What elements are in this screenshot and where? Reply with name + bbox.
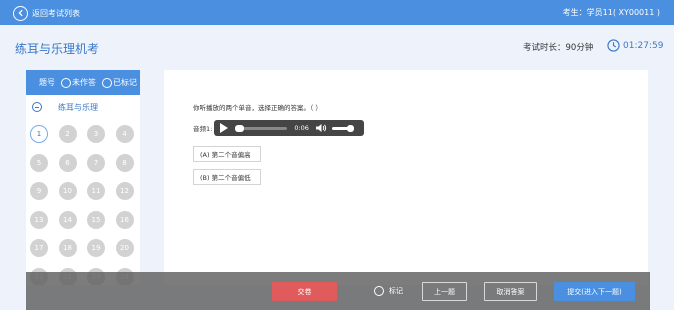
countdown-value: 01:27:59	[623, 40, 664, 51]
audio-player: 0:06	[214, 120, 365, 136]
question-number-button[interactable]: 11	[87, 182, 105, 200]
play-icon[interactable]	[220, 123, 229, 133]
mark-label: 标记	[389, 287, 403, 295]
question-number-button[interactable]: 4	[115, 125, 134, 143]
question-number-button[interactable]: 13	[30, 210, 48, 229]
question-number-button[interactable]: 19	[87, 239, 105, 257]
collapse-icon[interactable]	[32, 102, 42, 112]
mark-radio-icon[interactable]	[374, 286, 384, 296]
top-bar: 返回考试列表 考生：学员11( XY00011 )	[0, 0, 674, 25]
question-panel: 你听播放的两个单音，选择正确的答案。（ ） 音频1: 0:06 (A) 第二个音…	[164, 70, 648, 285]
clear-answer-button[interactable]: 取消答案	[484, 282, 537, 301]
section-header[interactable]: 练耳与乐理	[26, 95, 140, 119]
audio-row: 音频1: 0:06	[193, 120, 365, 136]
submit-next-button[interactable]: 提交(进入下一题)	[554, 282, 635, 301]
exam-duration: 考试时长：90分钟	[523, 43, 594, 53]
audio-time: 0:06	[294, 124, 309, 132]
question-number-button[interactable]: 6	[58, 153, 77, 172]
volume-knob[interactable]	[346, 124, 354, 132]
audio-label: 音频1:	[193, 125, 213, 133]
question-number-button[interactable]: 20	[115, 239, 134, 257]
chevron-left-icon	[13, 5, 28, 21]
question-number-label: 题号	[39, 78, 55, 87]
question-grid: 1234567891011121314151617181920212223242…	[30, 125, 140, 285]
question-navigator: 题号 未作答 已标记 练耳与乐理 1 2 3 4 5 6 7 8 9 10 11 12 13 14 15 16…	[26, 70, 140, 285]
question-number-button[interactable]: 16	[115, 210, 134, 229]
countdown-timer: 01:27:59	[607, 39, 663, 52]
back-label: 返回考试列表	[32, 8, 80, 18]
unanswered-legend-label: 未作答	[72, 78, 96, 87]
mark-toggle[interactable]: 标记	[374, 286, 403, 296]
option-a[interactable]: (A) 第二个音偏高	[193, 146, 261, 162]
section-title: 练耳与乐理	[58, 102, 98, 112]
clock-icon	[607, 39, 620, 52]
page-title: 练耳与乐理机考	[15, 42, 100, 56]
question-number-button[interactable]: 1	[30, 125, 48, 143]
question-number-button[interactable]: 18	[58, 239, 77, 257]
marked-legend-label: 已标记	[113, 78, 137, 87]
option-b[interactable]: (B) 第二个音偏低	[193, 169, 261, 185]
marked-legend-icon	[102, 77, 112, 88]
question-number-button[interactable]: 14	[58, 210, 77, 229]
question-number-button[interactable]: 12	[115, 182, 134, 200]
question-number-button[interactable]: 10	[58, 182, 77, 200]
question-number-button[interactable]: 9	[30, 182, 48, 200]
audio-progress-slider[interactable]	[235, 124, 288, 132]
progress-knob[interactable]	[235, 124, 245, 132]
question-number-button[interactable]: 15	[87, 210, 105, 229]
previous-question-button[interactable]: 上一题	[422, 282, 467, 301]
candidate-info: 考生：学员11( XY00011 )	[562, 8, 660, 17]
question-number-button[interactable]: 2	[58, 125, 77, 143]
question-text: 你听播放的两个单音，选择正确的答案。（ ）	[193, 104, 322, 112]
question-number-button[interactable]: 17	[30, 239, 48, 257]
action-bar: 交卷 标记 上一题 取消答案 提交(进入下一题)	[26, 272, 650, 310]
submit-exam-button[interactable]: 交卷	[272, 282, 337, 301]
navigator-header: 题号 未作答 已标记	[26, 70, 140, 95]
speaker-icon[interactable]	[315, 123, 327, 133]
question-number-button[interactable]: 7	[87, 153, 105, 172]
question-number-button[interactable]: 5	[30, 153, 48, 172]
back-to-exam-list-link[interactable]: 返回考试列表	[13, 5, 80, 21]
volume-slider[interactable]	[331, 124, 354, 132]
question-number-button[interactable]: 3	[87, 125, 105, 143]
question-number-button[interactable]: 8	[115, 153, 134, 172]
unanswered-legend-icon	[61, 77, 71, 88]
